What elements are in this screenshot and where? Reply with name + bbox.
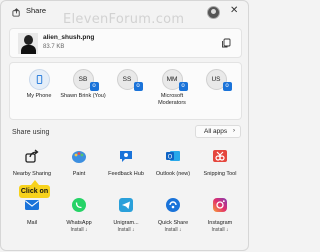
app-label: Mail: [26, 220, 38, 226]
copy-icon[interactable]: [221, 38, 231, 48]
app-whatsapp[interactable]: WhatsApp Install ↓: [56, 197, 102, 233]
avatar-initials: SB: [78, 76, 88, 83]
contact-us[interactable]: US o: [191, 69, 241, 93]
app-nearby-sharing[interactable]: Nearby Sharing: [9, 148, 55, 178]
contact-label: Shawn Brink (You): [60, 93, 106, 99]
avatar: MM o: [161, 69, 188, 91]
feedback-hub-icon: [120, 151, 132, 162]
svg-text:O: O: [168, 154, 173, 161]
avatar-initials: MM: [166, 76, 178, 83]
app-mail[interactable]: Mail: [9, 197, 55, 227]
click-on-callout: Click on: [19, 180, 50, 198]
app-label: WhatsApp: [66, 220, 92, 226]
window-title: Share: [26, 6, 47, 15]
avatar: SB o: [72, 69, 99, 91]
unigram-icon: [119, 198, 133, 212]
install-label[interactable]: Install ↓: [197, 227, 243, 233]
file-name: alien_shush.png: [43, 34, 95, 41]
avatar-initials: US: [211, 76, 221, 83]
app-paint[interactable]: Paint: [56, 148, 102, 178]
avatar: SS o: [116, 69, 143, 91]
whatsapp-icon: [72, 198, 86, 212]
file-thumbnail: [18, 33, 38, 54]
app-instagram[interactable]: Instagram Install ↓: [197, 197, 243, 233]
share-icon: [12, 8, 20, 17]
title-bar: Share ElevenForum.com ✕: [1, 1, 248, 27]
nearby-devices: My Phone SB o Shawn Brink (You) SS o MM …: [9, 62, 242, 120]
app-label: Unigram...: [113, 220, 139, 226]
nearby-sharing-icon: [25, 149, 39, 163]
outlook-badge-icon: o: [89, 82, 99, 91]
app-label: Outlook (new): [155, 171, 191, 177]
app-label: Feedback Hub: [108, 171, 144, 177]
install-label[interactable]: Install ↓: [56, 227, 102, 233]
contact-microsoft-moderators[interactable]: MM o Microsoft Moderators: [147, 69, 197, 107]
outlook-icon: O: [166, 151, 180, 161]
app-label: Nearby Sharing: [12, 171, 52, 177]
avatar-initials: SS: [122, 76, 132, 83]
app-label: Paint: [72, 171, 86, 177]
instagram-icon: [213, 198, 227, 212]
outlook-badge-icon: o: [178, 82, 188, 91]
contact-label: My Phone: [26, 93, 52, 99]
snipping-tool-icon: [213, 150, 227, 162]
app-label: Quick Share: [157, 220, 189, 226]
all-apps-button[interactable]: All apps ›: [195, 125, 241, 138]
app-outlook-new[interactable]: O Outlook (new): [150, 148, 196, 178]
mail-icon: [25, 200, 39, 210]
paint-icon: [72, 151, 86, 163]
app-quick-share[interactable]: Quick Share Install ↓: [150, 197, 196, 233]
outlook-badge-icon: o: [133, 82, 143, 91]
share-dialog: Share ElevenForum.com ✕ alien_shush.png …: [0, 0, 249, 251]
install-label[interactable]: Install ↓: [103, 227, 149, 233]
contact-ss[interactable]: SS o: [102, 69, 152, 93]
app-label: Instagram: [207, 220, 233, 226]
watermark: ElevenForum.com: [63, 12, 185, 27]
chevron-right-icon: ›: [233, 128, 235, 134]
phone-icon: [28, 69, 50, 90]
install-label[interactable]: Install ↓: [150, 227, 196, 233]
app-unigram[interactable]: Unigram... Install ↓: [103, 197, 149, 233]
all-apps-label: All apps: [204, 128, 228, 135]
account-avatar[interactable]: [207, 6, 220, 19]
quick-share-icon: [166, 198, 180, 212]
contact-shawn-brink[interactable]: SB o Shawn Brink (You): [58, 69, 108, 100]
outlook-badge-icon: o: [222, 82, 232, 91]
app-feedback-hub[interactable]: Feedback Hub: [103, 148, 149, 178]
file-preview: alien_shush.png 83.7 KB: [9, 28, 242, 58]
app-snipping-tool[interactable]: Snipping Tool: [197, 148, 243, 178]
file-size: 83.7 KB: [43, 44, 65, 50]
avatar: US o: [205, 69, 232, 91]
close-button[interactable]: ✕: [230, 5, 238, 17]
contact-label: Microsoft Moderators: [158, 93, 186, 106]
app-label: Snipping Tool: [203, 171, 237, 177]
share-using-heading: Share using: [12, 129, 50, 136]
contact-my-phone[interactable]: My Phone: [14, 69, 64, 100]
